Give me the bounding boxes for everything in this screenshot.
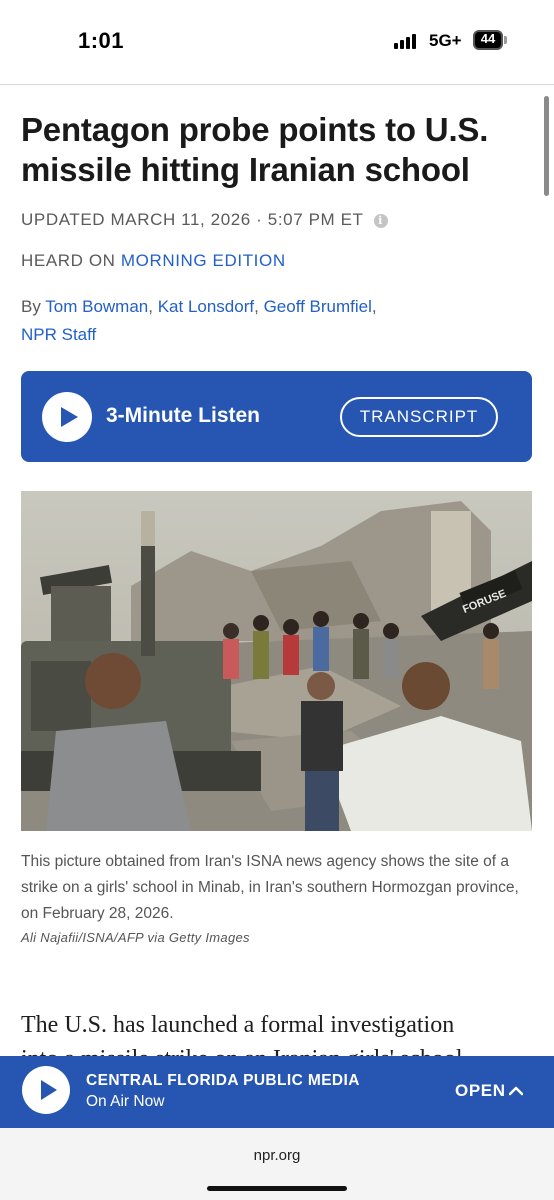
network-type: 5G+ [429, 31, 462, 50]
audio-player: 3-Minute Listen TRANSCRIPT [21, 371, 532, 462]
article-photo[interactable]: FORUSE [21, 491, 532, 831]
program-link[interactable]: MORNING EDITION [121, 251, 286, 270]
author-link[interactable]: Kat Lonsdorf [158, 297, 254, 316]
photo-credit: Ali Najafii/ISNA/AFP via Getty Images [21, 930, 250, 945]
transcript-button[interactable]: TRANSCRIPT [340, 397, 498, 437]
heard-on-label: HEARD ON [21, 251, 116, 270]
author-link[interactable]: NPR Staff [21, 325, 96, 344]
live-radio-bar: CENTRAL FLORIDA PUBLIC MEDIA On Air Now … [0, 1056, 554, 1128]
url-field[interactable]: npr.org [0, 1147, 554, 1164]
photo-caption: This picture obtained from Iran's ISNA n… [21, 853, 519, 922]
station-name: CENTRAL FLORIDA PUBLIC MEDIA [86, 1072, 360, 1089]
play-icon[interactable] [22, 1066, 70, 1114]
status-bar: 1:01 5G+ 44 [0, 0, 554, 84]
author-link[interactable]: Geoff Brumfiel [264, 297, 372, 316]
chevron-up-icon[interactable] [509, 1084, 523, 1098]
listen-duration-label[interactable]: 3-Minute Listen [106, 404, 260, 428]
battery-level: 44 [480, 31, 496, 46]
article-dateline: UPDATED MARCH 11, 2026 · 5:07 PM ET i [21, 210, 388, 230]
on-air-status: On Air Now [86, 1093, 165, 1110]
article-headline: Pentagon probe points to U.S. missile hi… [21, 111, 489, 188]
updated-timestamp: UPDATED MARCH 11, 2026 · 5:07 PM ET [21, 210, 364, 229]
author-link[interactable]: Tom Bowman [45, 297, 148, 316]
info-icon[interactable]: i [373, 214, 388, 228]
heard-on: HEARD ON MORNING EDITION [21, 251, 286, 271]
body-line: The U.S. has launched a formal investiga… [21, 1012, 455, 1038]
battery-icon: 44 [473, 30, 507, 50]
scroll-indicator[interactable] [544, 96, 549, 196]
status-divider [0, 84, 554, 85]
open-button[interactable]: OPEN [455, 1081, 506, 1101]
browser-address-bar: npr.org [0, 1128, 554, 1200]
status-time: 1:01 [78, 28, 125, 53]
byline: By Tom Bowman, Kat Lonsdorf, Geoff Brumf… [21, 297, 377, 344]
cellular-signal-icon [394, 33, 420, 49]
home-indicator[interactable] [207, 1186, 347, 1191]
play-icon[interactable] [42, 392, 92, 442]
byline-prefix: By [21, 297, 41, 316]
